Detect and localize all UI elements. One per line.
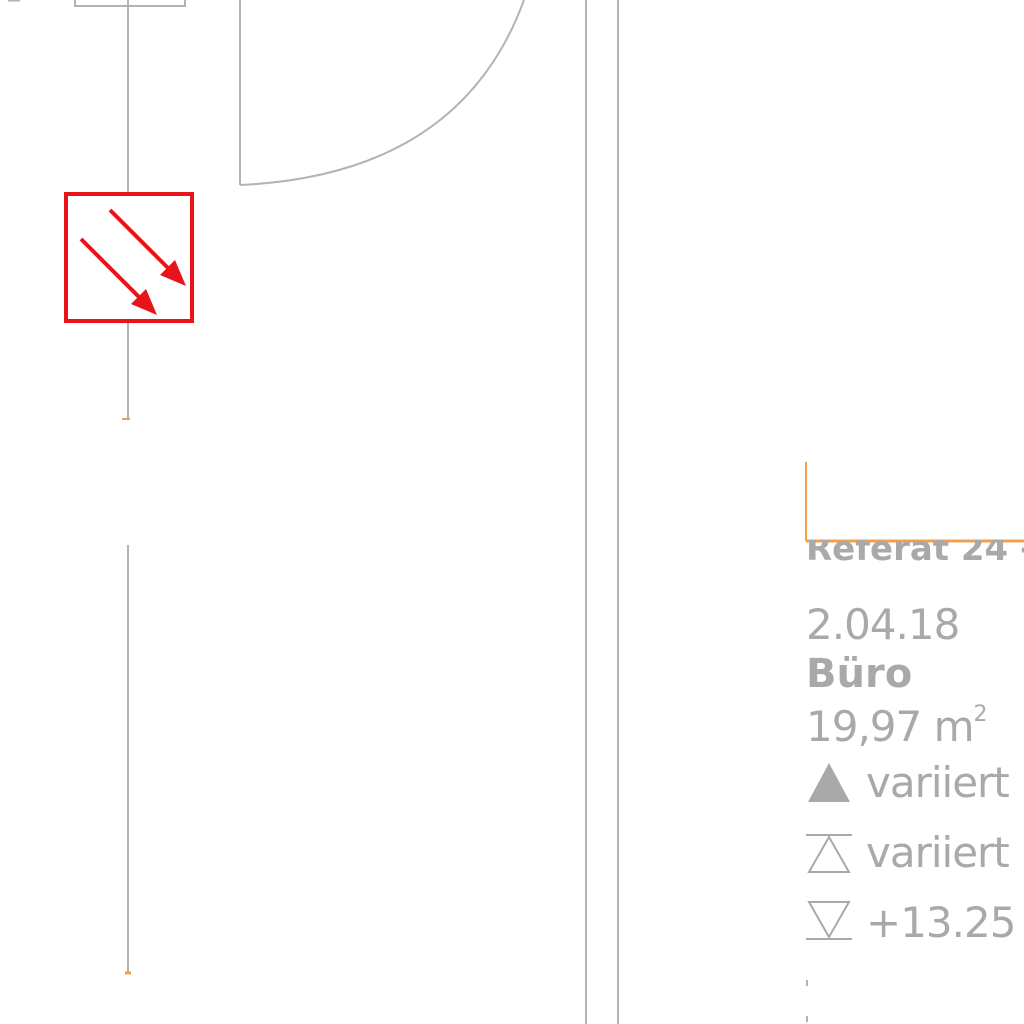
window-frame-top xyxy=(74,0,186,7)
level-value-floor: +13.25 xyxy=(866,898,1016,947)
room-number-label: 2.04.18 xyxy=(806,600,960,649)
room-area-unit-superscript: 2 xyxy=(973,702,988,727)
door-swing-arc xyxy=(239,0,525,186)
escape-route-arrows-icon xyxy=(64,192,194,323)
room-area-label: 19,97 m2 xyxy=(806,704,988,748)
floor-plan-canvas: Referat 24 - Z 2.04.18 Büro 19,97 m2 var… xyxy=(0,0,1024,1024)
outline-triangle-down-icon xyxy=(806,901,852,940)
level-value-top-edge: variiert xyxy=(866,758,1010,807)
room-name-label: Büro xyxy=(806,651,913,697)
outline-triangle-up-icon xyxy=(806,834,852,873)
filled-triangle-up-icon xyxy=(808,763,850,802)
room-area-value: 19,97 m xyxy=(806,702,975,751)
level-value-ceiling: variiert xyxy=(866,828,1010,877)
